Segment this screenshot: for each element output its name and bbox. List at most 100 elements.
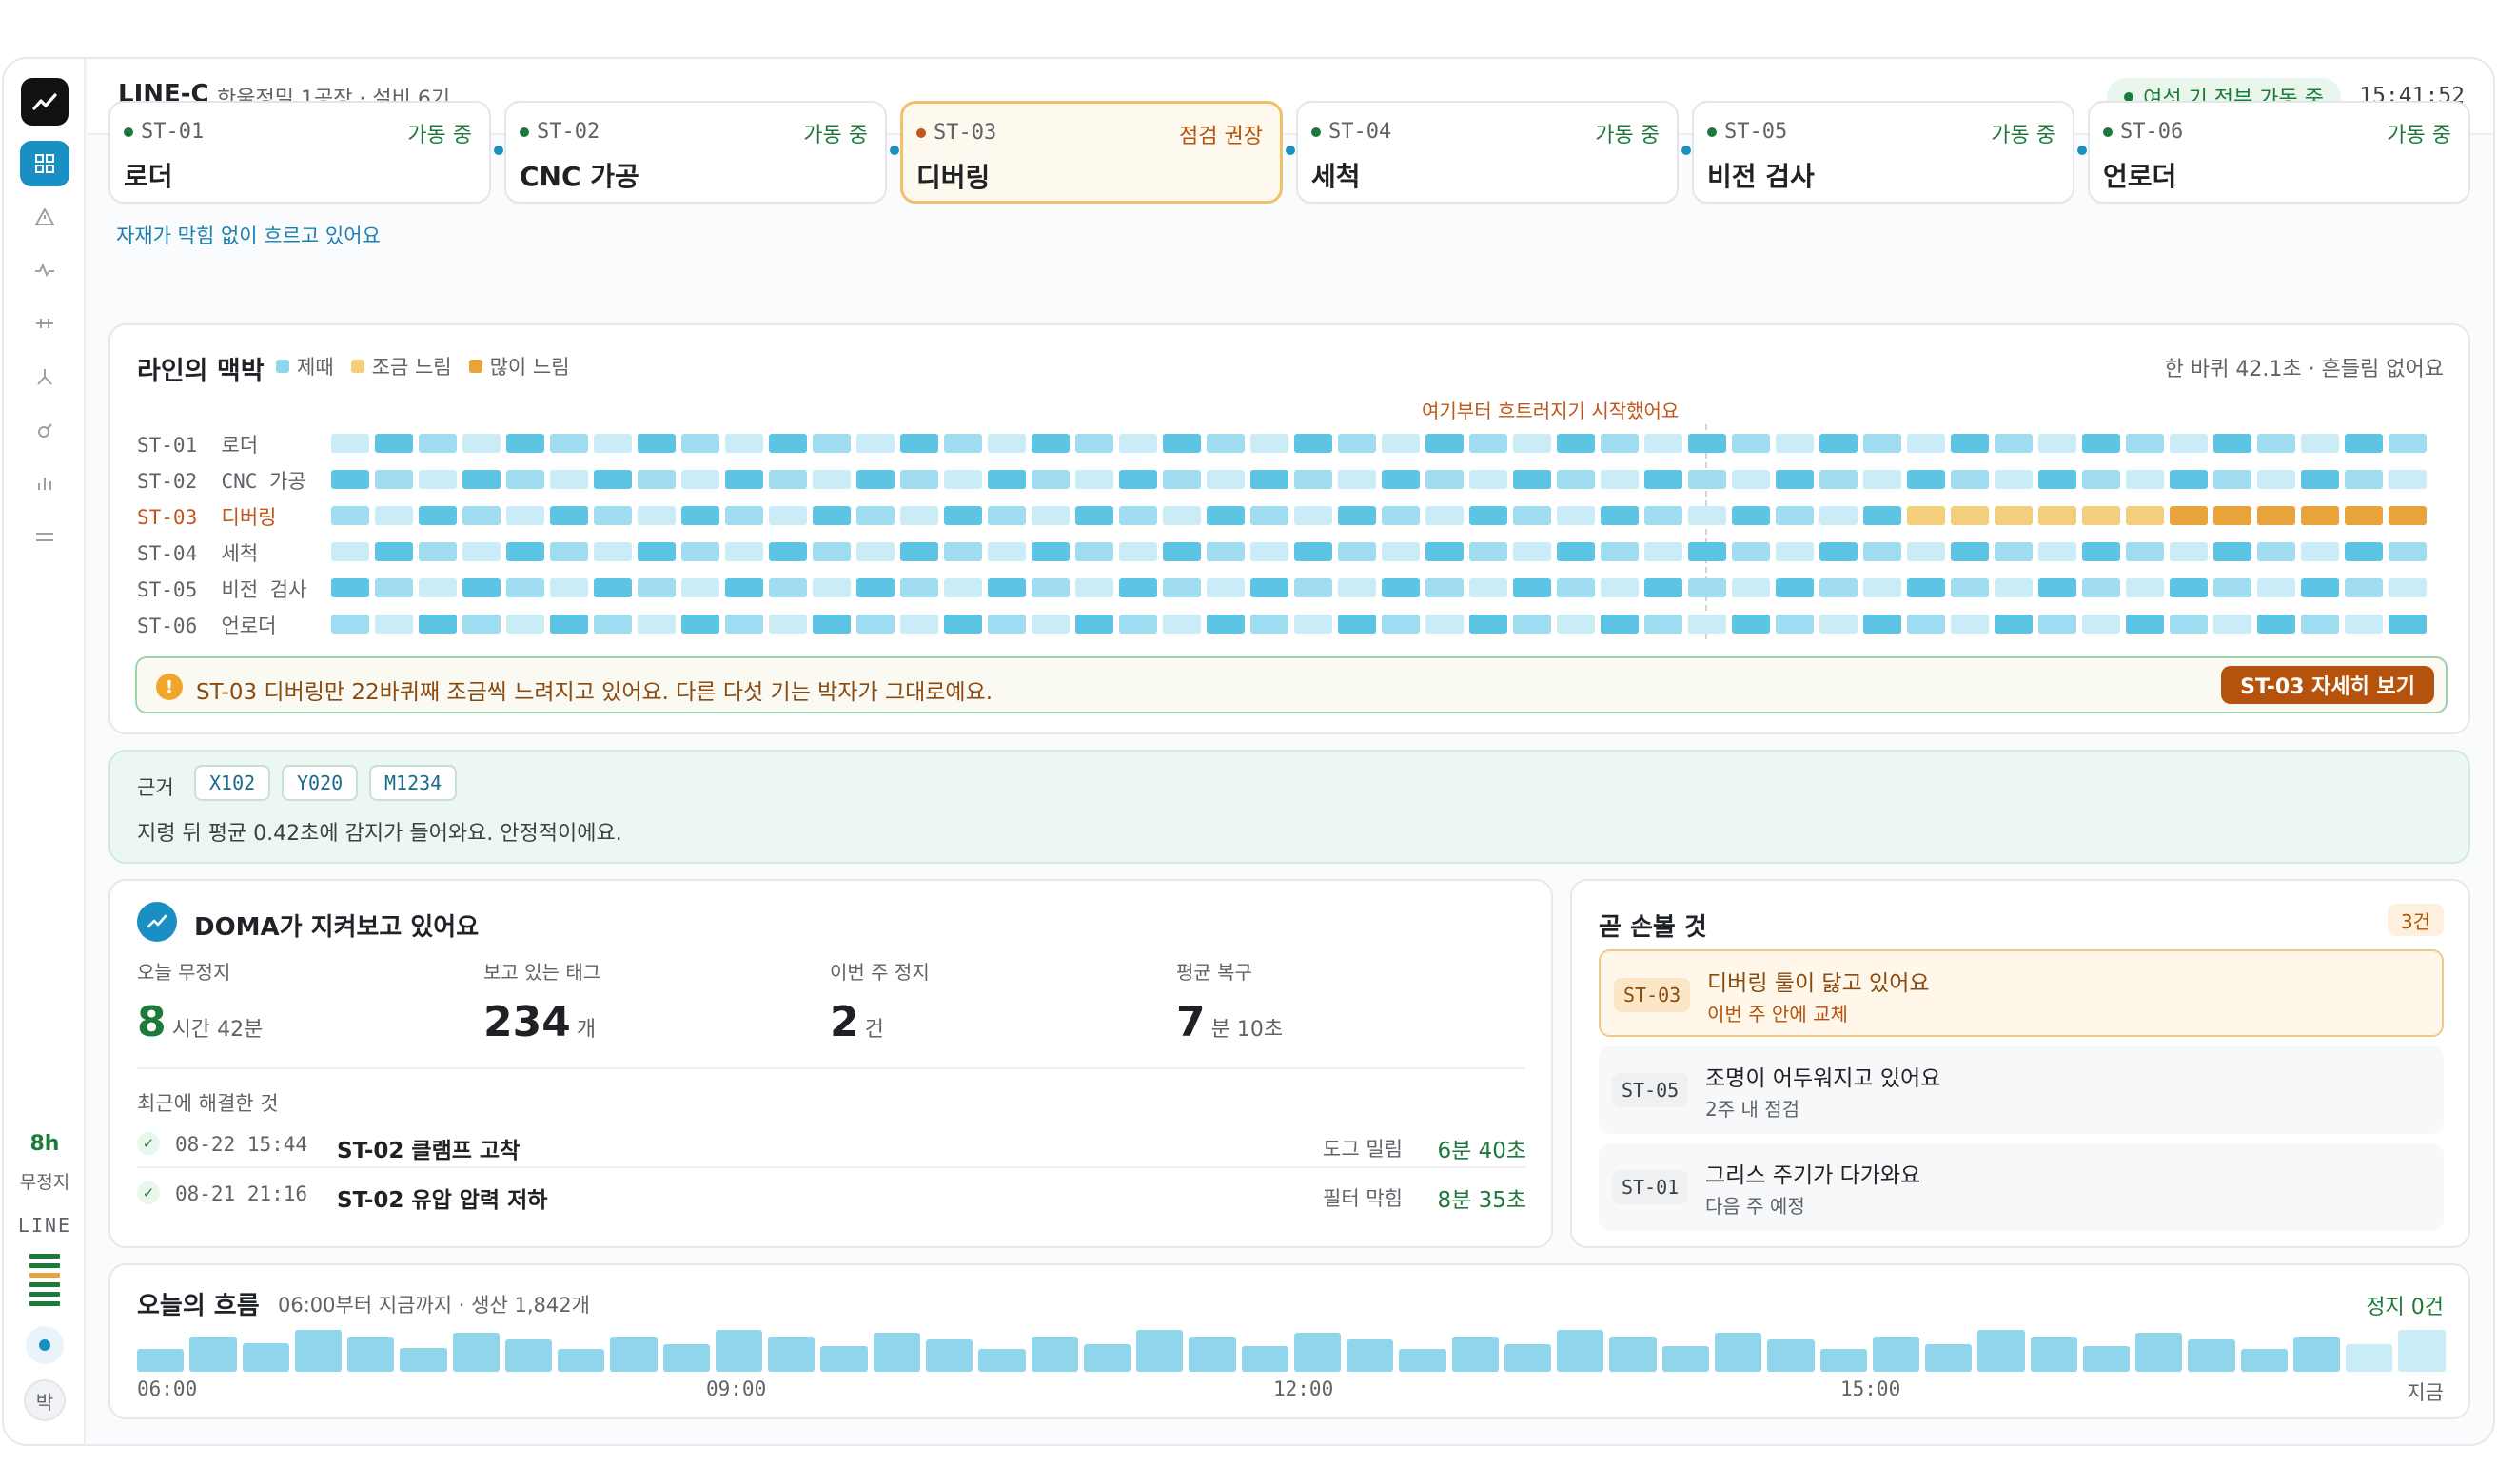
pulse-cell <box>1951 506 1989 525</box>
flow-connector-icon <box>494 146 503 155</box>
resolved-title-text: ST-02 클램프 고착 <box>337 1139 521 1163</box>
connections-icon[interactable] <box>20 301 69 346</box>
pulse-cell <box>1732 615 1770 634</box>
station-card-st-02[interactable]: ST-02 가동 중 CNC 가공 <box>504 101 887 204</box>
pulse-cell <box>813 506 851 525</box>
pulse-cell <box>1338 615 1376 634</box>
evidence-tag[interactable]: Y020 <box>282 765 359 801</box>
maintenance-panel: 곧 손볼 것 3건 ST-03 디버링 툴이 닳고 있어요 이번 주 안에 교체… <box>1570 879 2470 1248</box>
stats-icon[interactable] <box>20 460 69 506</box>
station-code: ST-03 <box>934 121 997 145</box>
pulse-cell <box>1425 434 1464 453</box>
maintenance-station-tag: ST-01 <box>1612 1170 1689 1204</box>
dashboard-icon[interactable] <box>20 141 69 186</box>
maintenance-name: 조명이 어두워지고 있어요 <box>1705 1066 1941 1091</box>
maintenance-due: 이번 주 안에 교체 <box>1707 1003 1848 1025</box>
flow-connector-icon <box>890 146 899 155</box>
flow-bar <box>1714 1333 1762 1372</box>
station-card-st-01[interactable]: ST-01 가동 중 로더 <box>108 101 491 204</box>
pulse-cell <box>1863 578 1901 597</box>
pulse-cell <box>2257 615 2295 634</box>
evidence-tag[interactable]: X102 <box>194 765 271 801</box>
pulse-cell <box>1907 434 1945 453</box>
pulse-cell <box>1207 542 1245 561</box>
flow-bar <box>137 1349 185 1372</box>
pulse-cell <box>1776 542 1814 561</box>
view-st-03-button[interactable]: ST-03 자세히 보기 <box>2221 666 2434 704</box>
pulse-cell <box>2301 578 2339 597</box>
pulse-cell <box>2389 542 2427 561</box>
divider <box>137 1067 1524 1069</box>
pulse-cell <box>769 506 807 525</box>
station-status: 점검 권장 <box>1179 125 1263 148</box>
x-tick-label: 15:00 <box>1840 1377 1901 1400</box>
pulse-row-cells <box>331 470 2427 489</box>
station-card-st-03[interactable]: ST-03 점검 권장 디버링 <box>900 101 1283 204</box>
pulse-cell <box>988 615 1026 634</box>
pulse-row-label: ST-01 로더 <box>137 434 259 457</box>
resolved-row[interactable]: ✓ 08-22 15:44 ST-02 클램프 고착 도그 밀림 6분 40초 <box>137 1121 1526 1168</box>
pulse-cell <box>900 615 938 634</box>
pulse-cell <box>1294 434 1332 453</box>
pulse-cell <box>1907 542 1945 561</box>
pulse-cell <box>1163 434 1201 453</box>
pulse-cell <box>638 434 676 453</box>
pulse-cell <box>2301 470 2339 489</box>
pulse-cell <box>1032 578 1070 597</box>
flow-bar <box>189 1337 237 1372</box>
pulse-cell <box>2345 542 2383 561</box>
pulse-cell <box>331 578 369 597</box>
pulse-cell <box>1075 542 1113 561</box>
pulse-cell <box>375 542 413 561</box>
pulse-cell <box>2082 506 2120 525</box>
pulse-cell <box>1863 615 1901 634</box>
resolved-cause: 필터 막힘 <box>1323 1187 1403 1210</box>
pulse-cell <box>331 506 369 525</box>
maintenance-item[interactable]: ST-05 조명이 어두워지고 있어요 2주 내 점검 <box>1599 1046 2444 1134</box>
live-status-icon[interactable] <box>4 1324 86 1370</box>
pulse-cell <box>2170 470 2208 489</box>
pulse-cell <box>1382 470 1420 489</box>
pulse-cell <box>1075 615 1113 634</box>
pulse-cell <box>2345 578 2383 597</box>
pulse-legend: 제때 조금 느림 많이 느림 <box>276 352 570 381</box>
pulse-cell <box>2301 506 2339 525</box>
station-card-st-06[interactable]: ST-06 가동 중 언로더 <box>2088 101 2470 204</box>
pulse-cell <box>2038 506 2076 525</box>
pulse-cell <box>2126 434 2164 453</box>
user-initial: 박 <box>24 1379 66 1421</box>
flow-bar <box>1241 1346 1288 1372</box>
resolved-row[interactable]: ✓ 08-21 21:16 ST-02 유압 압력 저하 필터 막힘 8분 35… <box>137 1170 1526 1218</box>
user-avatar[interactable]: 박 <box>4 1379 86 1421</box>
menu-icon[interactable] <box>20 514 69 559</box>
pulse-cell <box>1557 506 1595 525</box>
station-strip: ST-01 가동 중 로더 ST-02 가동 중 CNC 가공 ST-03 점검… <box>108 101 2470 204</box>
pulse-cell <box>1951 542 1989 561</box>
maintenance-item[interactable]: ST-03 디버링 툴이 닳고 있어요 이번 주 안에 교체 <box>1599 949 2444 1037</box>
station-card-st-05[interactable]: ST-05 가동 중 비전 검사 <box>1692 101 2074 204</box>
warning-icon[interactable] <box>20 194 69 240</box>
pulse-title: 라인의 맥박 <box>137 357 265 386</box>
maintenance-item[interactable]: ST-01 그리스 주기가 다가와요 다음 주 예정 <box>1599 1143 2444 1231</box>
branch-icon[interactable] <box>20 354 69 400</box>
station-name: 비전 검사 <box>1707 161 1815 192</box>
pulse-cell <box>1819 615 1858 634</box>
station-card-st-04[interactable]: ST-04 가동 중 세척 <box>1296 101 1679 204</box>
pulse-cell <box>638 506 676 525</box>
evidence-tag[interactable]: M1234 <box>369 765 458 801</box>
pulse-cell <box>1601 470 1639 489</box>
pulse-icon[interactable] <box>20 247 69 293</box>
pulse-cell <box>900 542 938 561</box>
pulse-cell <box>2301 542 2339 561</box>
sensor-icon[interactable] <box>20 407 69 453</box>
pulse-cell <box>1995 542 2033 561</box>
pulse-cell <box>1819 470 1858 489</box>
flow-bar <box>504 1339 553 1372</box>
flow-bar <box>1399 1349 1446 1372</box>
pulse-cell <box>1032 434 1070 453</box>
app-logo-icon[interactable] <box>21 78 69 126</box>
flow-bar <box>2135 1333 2183 1372</box>
pulse-cell <box>550 506 588 525</box>
pulse-cell <box>2213 542 2251 561</box>
flow-bar <box>1977 1330 2025 1372</box>
